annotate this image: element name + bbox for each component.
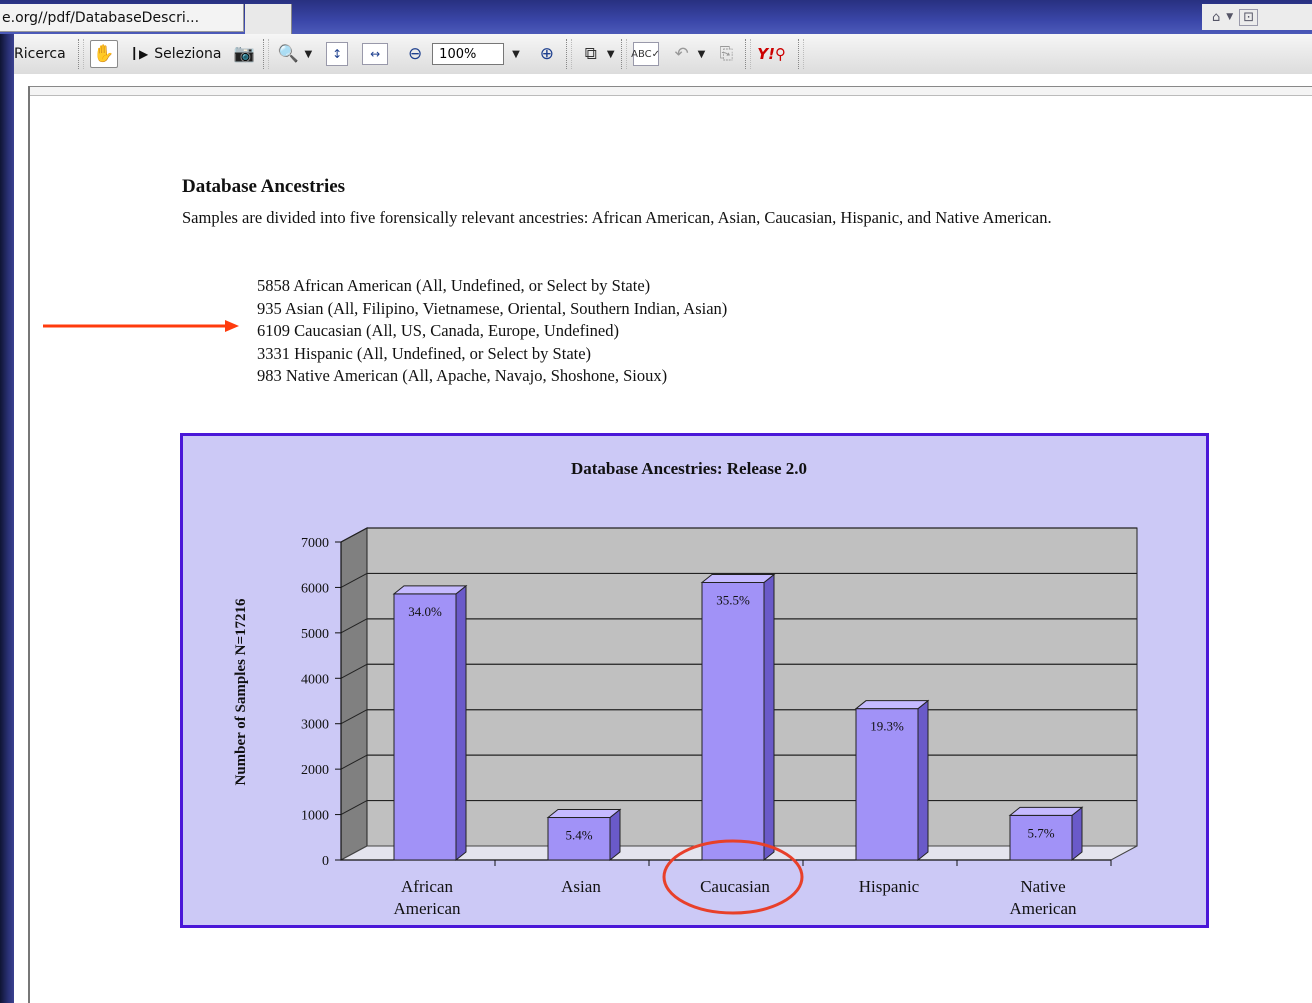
list-item: 935 Asian (All, Filipino, Vietnamese, Or… — [257, 298, 728, 318]
spellcheck-icon[interactable]: ABC✓ — [631, 42, 660, 66]
data-label: 19.3% — [870, 719, 904, 734]
chart-title: Database Ancestries: Release 2.0 — [571, 459, 807, 478]
chevron-down-icon[interactable]: ▼ — [698, 49, 706, 60]
bar-side — [609, 808, 621, 862]
chevron-down-icon[interactable]: ▼ — [304, 49, 312, 60]
section-heading: Database Ancestries — [182, 176, 346, 197]
rotate-pages-icon[interactable]: ⧉ — [578, 41, 604, 67]
y-tick-label: 0 — [322, 854, 329, 869]
page-left-border — [28, 86, 30, 1003]
toolbar-divider — [565, 39, 572, 69]
zoom-in-icon[interactable]: ⊕ — [534, 41, 560, 67]
bar-side — [763, 573, 775, 862]
toolbar-divider — [745, 39, 752, 69]
list-item: 983 Native American (All, Apache, Navajo… — [257, 366, 668, 386]
data-label: 5.7% — [1027, 825, 1054, 840]
arrow-icon: ▶ — [138, 47, 149, 61]
chevron-down-icon[interactable]: ▼ — [607, 49, 615, 60]
yahoo-search-icon[interactable]: Y!⚲ — [757, 37, 786, 71]
bar-side — [1071, 806, 1083, 862]
desktop-edge — [0, 0, 14, 1003]
list-item: 5858 African American (All, Undefined, o… — [257, 276, 651, 295]
toolbar-divider — [797, 39, 804, 69]
browser-tab[interactable]: e.org//pdf/DatabaseDescri... — [0, 4, 244, 32]
page-top-border — [30, 86, 1312, 96]
select-label: Seleziona — [154, 46, 222, 62]
x-tick-label: Asian — [561, 877, 601, 896]
x-tick-label: American — [1009, 899, 1077, 918]
rss-icon[interactable]: ⊡ — [1239, 8, 1259, 26]
y-tick-label: 4000 — [301, 672, 329, 687]
text-cursor-icon: I — [131, 43, 137, 65]
y-tick-label: 5000 — [301, 627, 329, 642]
undo-icon[interactable]: ↶ — [669, 41, 695, 67]
list-item: 6109 Caucasian (All, US, Canada, Europe,… — [257, 321, 619, 341]
toolbar-divider — [77, 39, 84, 69]
x-tick-label: Hispanic — [859, 877, 920, 896]
red-arrow-annotation — [43, 320, 239, 332]
y-tick-label: 1000 — [301, 809, 329, 824]
x-tick-label: Native — [1020, 877, 1065, 896]
toolbar-divider — [263, 39, 270, 69]
browser-tabbar: e.org//pdf/DatabaseDescri... ⌂ ▼ ⊡ — [0, 0, 1312, 34]
ancestry-list: 5858 African American (All, Undefined, o… — [257, 275, 727, 388]
snapshot-camera-icon[interactable]: 📷 — [231, 41, 257, 67]
zoom-out-icon[interactable]: ⊖ — [402, 41, 428, 67]
copy-icon[interactable]: ⎘ — [713, 41, 739, 67]
data-label: 5.4% — [565, 828, 592, 843]
y-tick-label: 3000 — [301, 718, 329, 733]
data-label: 34.0% — [408, 604, 442, 619]
x-tick-label: American — [393, 899, 461, 918]
list-item: 3331 Hispanic (All, Undefined, or Select… — [257, 343, 592, 363]
plot-side-wall — [340, 527, 368, 861]
zoom-in-magnifier-icon[interactable]: 🔍 — [275, 41, 301, 67]
chevron-down-icon[interactable]: ▼ — [512, 49, 520, 60]
fit-width-icon[interactable]: ↔ — [362, 43, 389, 65]
x-tick-label: African — [401, 877, 453, 896]
red-circle-annotation — [662, 839, 804, 915]
toolbar-divider — [620, 39, 627, 69]
chevron-down-icon[interactable]: ▼ — [1226, 12, 1233, 22]
fit-page-icon[interactable]: ↕ — [326, 42, 349, 66]
zoom-level-input[interactable]: 100% — [432, 43, 505, 65]
y-tick-label: 2000 — [301, 763, 329, 778]
browser-top-right-tools: ⌂ ▼ ⊡ — [1202, 4, 1312, 30]
y-tick-label: 6000 — [301, 581, 329, 596]
bar-top — [1008, 806, 1084, 816]
select-tool-button[interactable]: I ▶ Seleziona — [132, 37, 222, 71]
search-button[interactable]: Ricerca — [14, 37, 66, 71]
y-axis-label: Number of Samples N=17216 — [233, 598, 249, 786]
home-icon[interactable]: ⌂ — [1212, 10, 1220, 25]
hand-tool-icon[interactable]: ✋ — [89, 40, 118, 68]
data-label: 35.5% — [716, 592, 750, 607]
tab-spacer — [245, 4, 292, 34]
pdf-toolbar: Ricerca ✋ I ▶ Seleziona 📷 🔍 ▼ ↕ ↔ ⊖ 100%… — [14, 34, 1312, 75]
bar-front — [393, 593, 457, 861]
bar-front — [701, 581, 765, 861]
bar-top — [392, 585, 468, 595]
bar-top — [546, 809, 622, 819]
bar-side — [917, 699, 929, 862]
bar-top — [854, 700, 930, 710]
section-paragraph: Samples are divided into five forensical… — [182, 208, 1052, 227]
bar-side — [455, 584, 467, 862]
bar-top — [700, 573, 776, 583]
y-tick-label: 7000 — [301, 536, 329, 551]
